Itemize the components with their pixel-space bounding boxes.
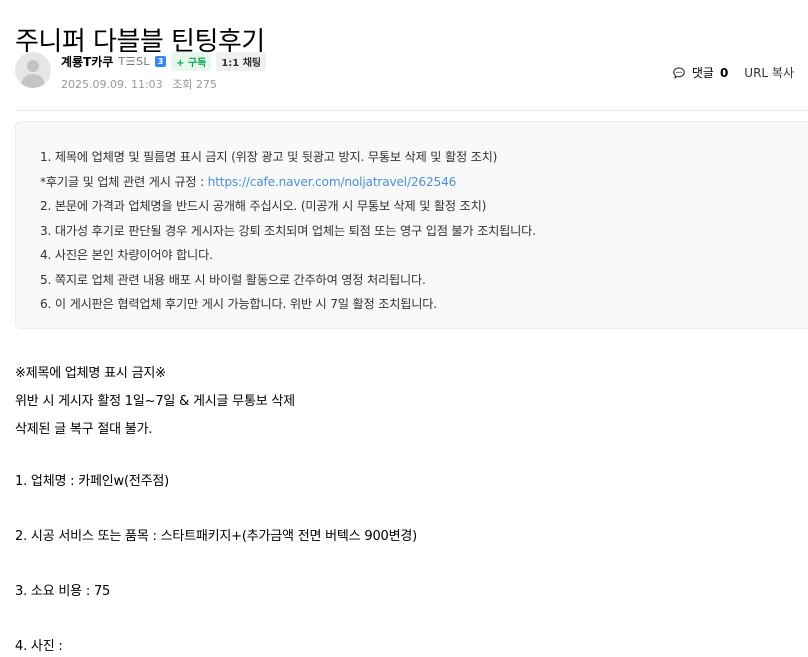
notice-item: 5. 쪽지로 업체 관련 내용 배포 시 바이럴 활동으로 간주하여 영정 처리… [40,272,426,287]
notice-item-link-line: *후기글 및 업체 관련 게시 규정 : https://cafe.naver.… [40,170,536,195]
body-item-cost: 3. 소요 비용 : 75 [15,584,111,599]
avatar-body-shape [21,74,45,88]
notice-item: 6. 이 게시판은 협력업체 후기만 게시 가능합니다. 위반 시 7일 활정 … [40,297,437,311]
body-warning: 위반 시 게시자 활정 1일~7일 & 게시글 무통보 삭제 [15,394,295,409]
notice-box: 1. 제목에 업체명 및 필름명 표시 금지 (위장 광고 및 뒷광고 방지. … [15,121,808,329]
header-divider [15,110,808,111]
notice-link-prefix: *후기글 및 업체 관련 게시 규정 : [40,174,208,189]
notice-item: 2. 본문에 가격과 업체명을 반드시 공개해 주십시오. (미공개 시 무통보… [40,199,487,213]
body-warning: 삭제된 글 복구 절대 불가. [15,422,153,437]
author-line: 계룡T카쿠 T☰SL 3 + 구독 1:1 채팅 [61,51,267,71]
chat-button[interactable]: 1:1 채팅 [216,51,267,71]
body-item-service: 2. 시공 서비스 또는 품목 : 스타트패키지+(추가금액 전면 버텍스 90… [15,529,417,544]
view-count: 조회 275 [172,78,217,91]
comment-count: 0 [719,65,729,80]
author-name[interactable]: 계룡T카쿠 [61,53,113,70]
notice-item: 4. 사진은 본인 차량이어야 합니다. [40,248,213,262]
post-date: 2025.09.09. 11:03 [61,78,163,91]
body-item-company: 1. 업체명 : 카페인w(전주점) [15,474,169,489]
avatar[interactable] [15,52,51,88]
body-item-photo: 4. 사진 : [15,639,63,654]
post-tools: 댓글 0 URL 복사 [672,64,794,81]
level-badge-icon: 3 [155,55,167,67]
post-meta: 2025.09.09. 11:03 조회 275 [61,76,223,92]
url-copy-button[interactable]: URL 복사 [744,64,794,81]
avatar-head-shape [27,60,39,72]
body-warning: ※제목에 업체명 표시 금지※ [15,366,166,381]
notice-rules-link[interactable]: https://cafe.naver.com/noljatravel/26254… [208,175,457,189]
author-info: 계룡T카쿠 T☰SL 3 + 구독 1:1 채팅 2025.09.09. 11:… [15,51,808,96]
notice-item: 1. 제목에 업체명 및 필름명 표시 금지 (위장 광고 및 뒷광고 방지. … [40,150,498,164]
notice-item: 3. 대가성 후기로 판단될 경우 게시자는 강퇴 조치되며 업체는 퇴점 또는… [40,223,536,238]
notice-list: 1. 제목에 업체명 및 필름명 표시 금지 (위장 광고 및 뒷광고 방지. … [40,145,536,317]
comment-icon[interactable] [672,66,686,80]
author-level: T☰SL [118,54,151,68]
post-body: ※제목에 업체명 표시 금지※ 위반 시 게시자 활정 1일~7일 & 게시글 … [15,364,805,657]
subscribe-button[interactable]: + 구독 [171,51,212,71]
comment-label[interactable]: 댓글 [692,64,714,81]
